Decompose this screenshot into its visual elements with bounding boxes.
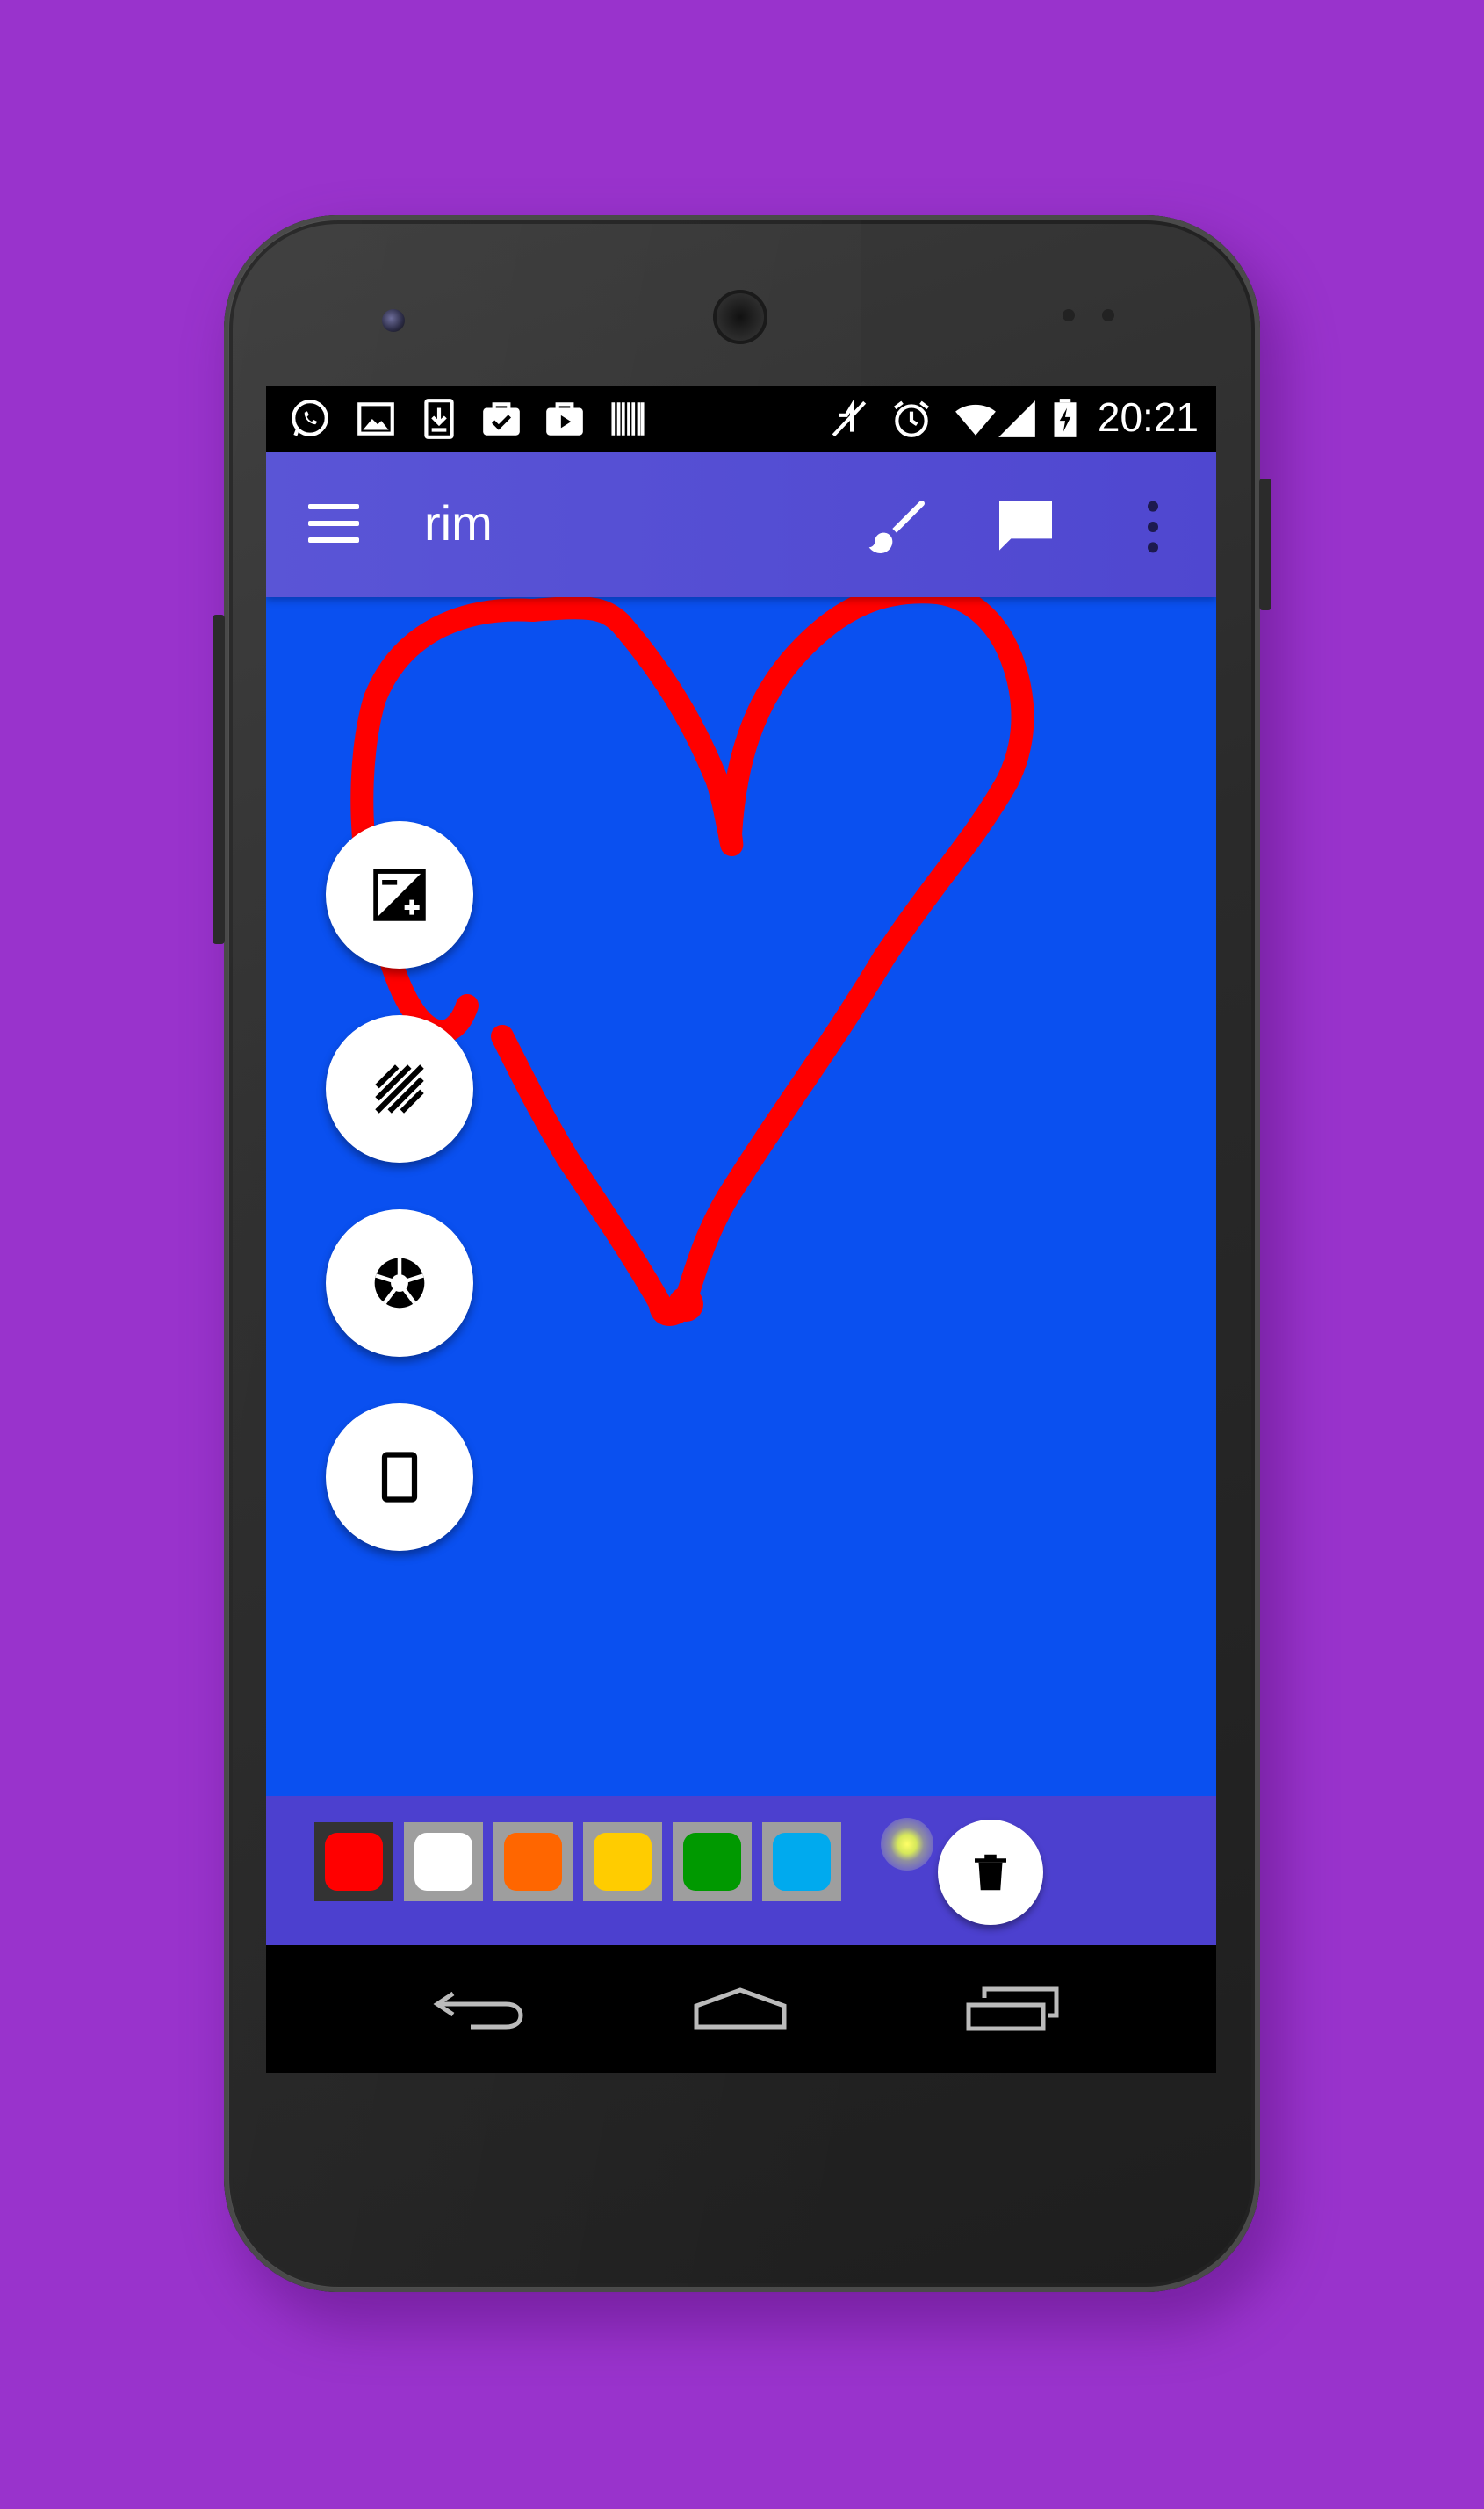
proximity-sensor bbox=[1063, 309, 1075, 321]
light-sensor bbox=[1102, 309, 1114, 321]
download-icon bbox=[424, 399, 454, 439]
swatch-color bbox=[683, 1833, 741, 1891]
drawing-canvas[interactable] bbox=[266, 597, 1216, 1796]
recents-icon[interactable] bbox=[960, 1976, 1065, 2042]
camera-aperture-icon bbox=[374, 1258, 425, 1309]
mute-icon bbox=[832, 399, 867, 437]
battery-charging-icon bbox=[1054, 399, 1077, 437]
status-bar: 20:21 bbox=[266, 386, 1216, 452]
swatch-light-blue[interactable] bbox=[762, 1822, 841, 1901]
swatch-yellow[interactable] bbox=[583, 1822, 662, 1901]
media-icon bbox=[546, 402, 583, 436]
status-time: 20:21 bbox=[1097, 394, 1199, 440]
signal-icon bbox=[998, 400, 1035, 437]
power-button bbox=[1259, 479, 1271, 610]
comment-icon[interactable] bbox=[991, 492, 1061, 562]
earpiece-speaker bbox=[713, 290, 767, 344]
swatch-color bbox=[325, 1833, 383, 1891]
swatch-green[interactable] bbox=[673, 1822, 752, 1901]
clear-canvas-button[interactable] bbox=[938, 1820, 1043, 1925]
menu-button[interactable] bbox=[308, 501, 361, 549]
texture-icon bbox=[375, 1064, 424, 1114]
more-vert-icon[interactable] bbox=[1118, 492, 1188, 562]
app-title: rim bbox=[424, 495, 493, 551]
alarm-icon bbox=[894, 400, 929, 437]
menu-icon-line bbox=[308, 521, 359, 526]
color-palette-bar bbox=[266, 1796, 1216, 1945]
tablet-icon bbox=[381, 1452, 418, 1503]
gallery-icon bbox=[357, 402, 394, 436]
swatch-color bbox=[504, 1833, 562, 1891]
swatch-color bbox=[773, 1833, 831, 1891]
swatch-color bbox=[414, 1833, 472, 1891]
trash-icon bbox=[975, 1854, 1006, 1891]
texture-button[interactable] bbox=[326, 1015, 473, 1163]
heart-drawing bbox=[350, 597, 1034, 1326]
wifi-icon bbox=[955, 404, 996, 436]
navigation-bar bbox=[266, 1945, 1216, 2073]
briefcase-check-icon bbox=[483, 402, 520, 436]
orientation-button[interactable] bbox=[326, 1403, 473, 1551]
swatch-red[interactable] bbox=[314, 1822, 393, 1901]
back-icon[interactable] bbox=[429, 1976, 534, 2042]
barcode-icon bbox=[611, 402, 645, 436]
swatch-orange[interactable] bbox=[493, 1822, 573, 1901]
front-camera bbox=[382, 309, 405, 332]
menu-icon-line bbox=[308, 537, 359, 543]
volume-button bbox=[213, 615, 225, 944]
camera-button[interactable] bbox=[326, 1209, 473, 1357]
exposure-icon bbox=[373, 869, 426, 921]
touch-indicator bbox=[881, 1818, 933, 1871]
home-icon[interactable] bbox=[688, 1976, 793, 2042]
app-bar: rim bbox=[266, 452, 1216, 597]
menu-icon bbox=[308, 504, 359, 509]
exposure-button[interactable] bbox=[326, 821, 473, 969]
brush-icon[interactable] bbox=[863, 492, 933, 562]
swatch-white[interactable] bbox=[404, 1822, 483, 1901]
swatch-color bbox=[594, 1833, 652, 1891]
whatsapp-icon bbox=[292, 400, 328, 436]
screen: 20:21 rim bbox=[266, 386, 1216, 2073]
